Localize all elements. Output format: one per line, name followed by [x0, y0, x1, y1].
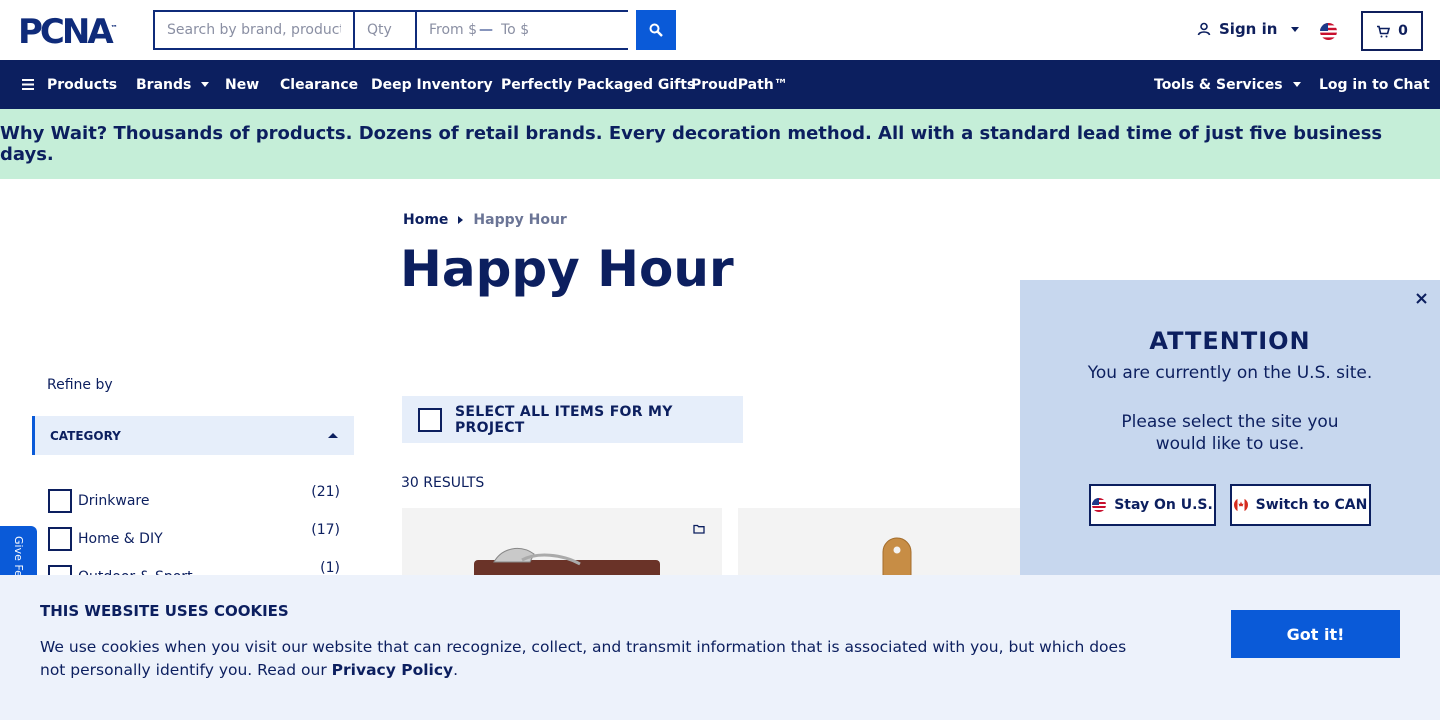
cart-icon — [1377, 25, 1391, 37]
cookie-title: THIS WEBSITE USES COOKIES — [40, 602, 289, 620]
price-from-input[interactable] — [417, 12, 479, 48]
nav-brands[interactable]: Brands — [136, 60, 210, 109]
nav-brands-label: Brands — [136, 76, 192, 93]
page-title: Happy Hour — [400, 240, 734, 298]
sign-in-label: Sign in — [1219, 20, 1278, 38]
chevron-down-icon — [201, 82, 210, 87]
category-item-drinkware[interactable]: Drinkware (21) — [48, 482, 340, 520]
chevron-down-icon — [1292, 82, 1301, 87]
us-flag-icon[interactable] — [1320, 23, 1337, 40]
popup-select-site-text: Please select the site you would like to… — [1121, 412, 1339, 454]
category-label: Drinkware — [78, 493, 150, 509]
close-popup-button[interactable] — [1413, 290, 1429, 306]
switch-to-can-label: Switch to CAN — [1255, 497, 1368, 513]
search-icon — [649, 23, 663, 37]
nav-tools-services[interactable]: Tools & Services — [1154, 60, 1301, 109]
category-item-home-diy[interactable]: Home & DIY (17) — [48, 520, 340, 558]
nav-chat-login[interactable]: Log in to Chat — [1319, 60, 1430, 109]
qty-input[interactable] — [355, 12, 417, 48]
category-label: Home & DIY — [78, 531, 163, 547]
category-count: (21) — [311, 484, 340, 500]
category-checkbox[interactable] — [48, 489, 72, 513]
results-count: 30 RESULTS — [401, 475, 485, 491]
select-all-checkbox[interactable] — [418, 407, 442, 432]
refine-label: Refine by — [47, 377, 113, 393]
breadcrumb-home[interactable]: Home — [403, 212, 448, 228]
category-checkbox[interactable] — [48, 527, 72, 551]
cart-button[interactable]: 0 — [1361, 11, 1423, 51]
select-all-items[interactable]: SELECT ALL ITEMS FOR MY PROJECT — [402, 396, 743, 443]
chevron-right-icon — [458, 216, 464, 224]
search-bar: — — [153, 10, 683, 50]
nav-clearance[interactable]: Clearance — [280, 60, 358, 109]
cookie-text: We use cookies when you visit our websit… — [40, 636, 1130, 682]
category-count: (17) — [311, 522, 340, 538]
main-nav: Products Brands New Clearance Deep Inven… — [0, 60, 1440, 109]
category-count: (1) — [320, 560, 340, 576]
close-icon — [1415, 292, 1427, 304]
breadcrumb: Home Happy Hour — [403, 212, 567, 228]
accept-cookies-button[interactable]: Got it! — [1231, 610, 1400, 658]
stay-on-us-label: Stay On U.S. — [1114, 497, 1213, 513]
nav-proudpath[interactable]: ProudPath™ — [691, 60, 788, 109]
chevron-down-icon — [1291, 26, 1300, 32]
cookie-period: . — [453, 661, 459, 679]
top-header: PCNA™ — Sign in 0 — [0, 0, 1440, 60]
nav-products-label: Products — [47, 76, 118, 93]
cart-count: 0 — [1398, 23, 1408, 39]
search-input[interactable] — [155, 12, 355, 48]
search-button[interactable] — [636, 10, 676, 50]
nav-products[interactable]: Products — [22, 60, 117, 109]
hamburger-icon — [22, 79, 34, 90]
pcna-logo[interactable]: PCNA™ — [18, 14, 118, 50]
promo-banner: Why Wait? Thousands of products. Dozens … — [0, 109, 1440, 179]
user-icon — [1197, 22, 1211, 36]
chevron-up-icon — [328, 433, 338, 438]
cookie-banner: THIS WEBSITE USES COOKIES We use cookies… — [0, 575, 1440, 720]
popup-current-site-text: You are currently on the U.S. site. — [1087, 363, 1373, 383]
cookie-body: We use cookies when you visit our websit… — [40, 638, 1127, 679]
stay-on-us-button[interactable]: Stay On U.S. — [1089, 484, 1216, 526]
canada-flag-icon — [1233, 498, 1248, 512]
us-flag-icon — [1092, 498, 1107, 512]
popup-title: ATTENTION — [1149, 327, 1311, 355]
nav-gifts[interactable]: Perfectly Packaged Gifts — [501, 60, 695, 109]
breadcrumb-current: Happy Hour — [473, 212, 567, 228]
nav-deep-inventory[interactable]: Deep Inventory — [371, 60, 493, 109]
privacy-policy-link[interactable]: Privacy Policy — [332, 661, 454, 679]
select-all-label: SELECT ALL ITEMS FOR MY PROJECT — [455, 403, 673, 436]
category-header-label: CATEGORY — [50, 428, 121, 443]
category-filter-header[interactable]: CATEGORY — [32, 416, 354, 455]
nav-tools-label: Tools & Services — [1154, 76, 1283, 93]
price-range-dash: — — [479, 22, 493, 38]
nav-new[interactable]: New — [225, 60, 259, 109]
sign-in-menu[interactable]: Sign in — [1197, 20, 1300, 38]
site-select-popup: ATTENTION You are currently on the U.S. … — [1020, 280, 1440, 580]
folder-icon[interactable] — [693, 524, 705, 534]
switch-to-can-button[interactable]: Switch to CAN — [1230, 484, 1371, 526]
